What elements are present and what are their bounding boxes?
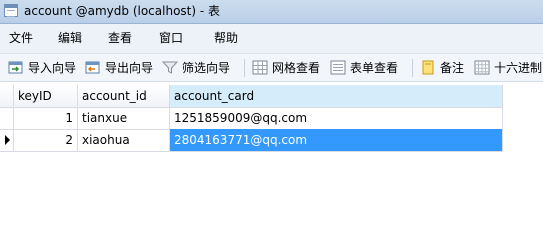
row-pointer-icon: [5, 135, 10, 145]
form-view-icon: [330, 60, 346, 75]
toolbar: 导入向导 导出向导 筛选向导 网格查看 表单查看 备注 十六进制: [0, 53, 543, 82]
menu-window[interactable]: 窗口: [159, 31, 183, 45]
grid-view-label: 网格查看: [272, 61, 321, 75]
column-header-account-id[interactable]: account_id: [78, 85, 170, 107]
hex-button[interactable]: 十六进制: [474, 56, 543, 79]
export-wizard-button[interactable]: 导出向导: [85, 56, 157, 79]
form-view-label: 表单查看: [350, 61, 399, 75]
table-row[interactable]: 2 xiaohua 2804163771@qq.com: [0, 129, 503, 152]
import-wizard-button[interactable]: 导入向导: [8, 56, 80, 79]
hex-label: 十六进制: [494, 61, 543, 75]
cell-account-id[interactable]: xiaohua: [78, 129, 170, 151]
memo-label: 备注: [440, 61, 465, 75]
table-row[interactable]: 1 tianxue 1251859009@qq.com: [0, 107, 503, 130]
cell-keyid[interactable]: 2: [14, 129, 78, 151]
table-icon: [4, 4, 18, 17]
form-view-button[interactable]: 表单查看: [330, 56, 402, 79]
cell-keyid[interactable]: 1: [14, 107, 78, 129]
import-wizard-label: 导入向导: [28, 61, 77, 75]
filter-icon: [162, 61, 178, 74]
filter-wizard-button[interactable]: 筛选向导: [162, 56, 234, 79]
memo-button[interactable]: 备注: [420, 56, 468, 79]
cell-account-card-selected[interactable]: 2804163771@qq.com: [170, 129, 503, 151]
import-icon: [8, 61, 23, 74]
column-header-account-card[interactable]: account_card: [170, 85, 503, 107]
menu-bar: 文件 编辑 查看 窗口 帮助: [0, 24, 543, 53]
export-wizard-label: 导出向导: [105, 61, 154, 75]
memo-icon: [422, 60, 434, 75]
menu-view[interactable]: 查看: [108, 31, 132, 45]
title-bar: account @amydb (localhost) - 表: [0, 0, 543, 24]
hex-icon: [474, 60, 490, 75]
row-indicator[interactable]: [0, 107, 14, 129]
export-icon: [85, 61, 100, 74]
cell-account-card[interactable]: 1251859009@qq.com: [170, 107, 503, 129]
toolbar-separator: [412, 59, 413, 77]
menu-edit[interactable]: 编辑: [58, 31, 82, 45]
toolbar-separator: [244, 59, 245, 77]
cell-account-id[interactable]: tianxue: [78, 107, 170, 129]
menu-help[interactable]: 帮助: [214, 31, 238, 45]
row-indicator-header: [0, 85, 14, 107]
menu-file[interactable]: 文件: [9, 31, 33, 45]
column-header-keyid[interactable]: keyID: [14, 85, 78, 107]
grid-header: keyID account_id account_card: [0, 85, 503, 108]
row-indicator[interactable]: [0, 129, 14, 151]
grid-view-button[interactable]: 网格查看: [252, 56, 324, 79]
data-grid: keyID account_id account_card 1 tianxue …: [0, 83, 543, 250]
window-title: account @amydb (localhost) - 表: [24, 4, 221, 18]
grid-view-icon: [252, 60, 268, 75]
filter-wizard-label: 筛选向导: [182, 61, 231, 75]
